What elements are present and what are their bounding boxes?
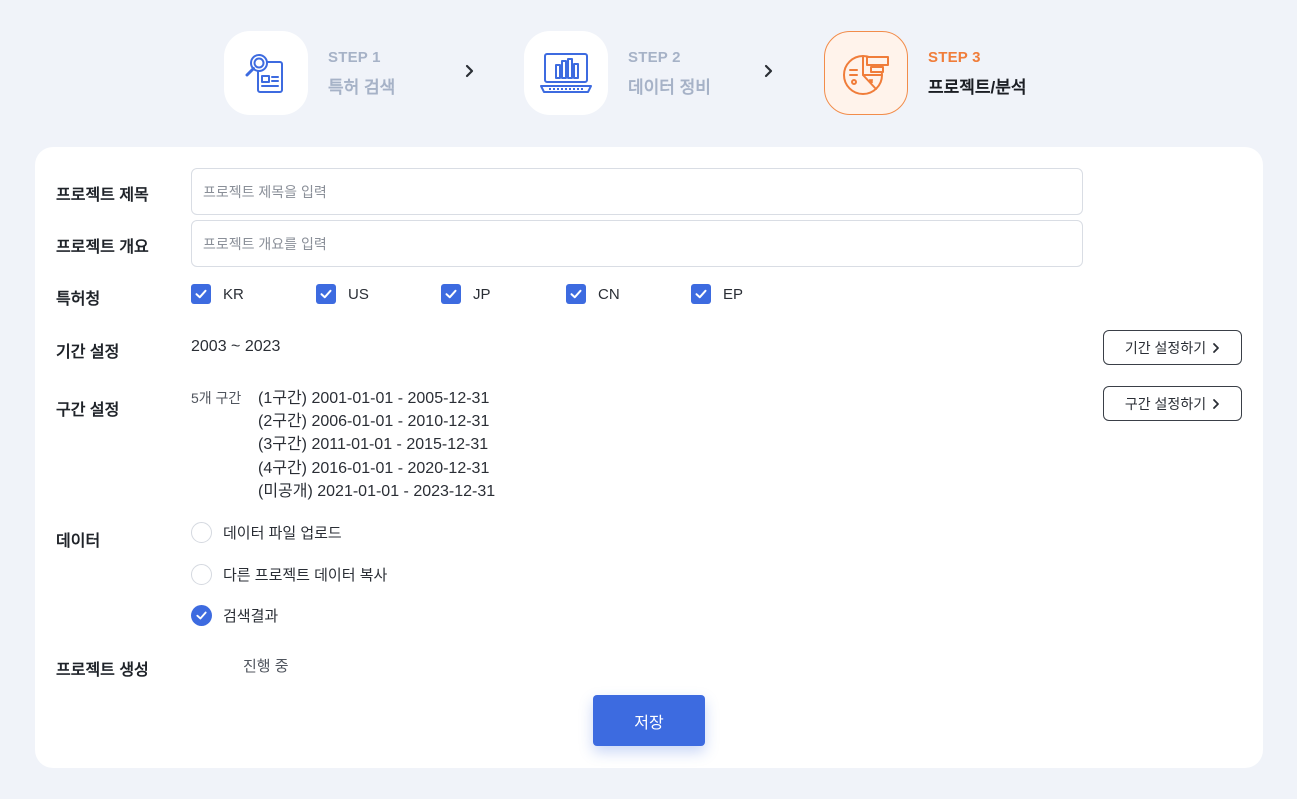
project-form-card: 프로젝트 제목 프로젝트 개요 특허청 KR US JP CN EP 기간 설정 <box>35 147 1263 768</box>
data-search-result-label: 검색결과 <box>223 608 279 625</box>
radio-unchecked-icon <box>191 564 212 585</box>
sections-list: (1구간) 2001-01-01 - 2005-12-31 (2구간) 2006… <box>258 387 495 503</box>
step-3: STEP 3 프로젝트/분석 <box>824 31 1027 115</box>
patent-office-label: 특허청 <box>56 291 101 308</box>
project-summary-label: 프로젝트 개요 <box>56 239 149 256</box>
chevron-right-icon <box>1213 342 1219 353</box>
sections-count: 5개 구간 <box>191 390 242 406</box>
period-label: 기간 설정 <box>56 344 120 361</box>
step-1: STEP 1 특허 검색 <box>224 31 395 115</box>
radio-checked-icon <box>191 605 212 626</box>
save-button[interactable]: 저장 <box>593 695 705 746</box>
project-title-input[interactable] <box>191 168 1083 215</box>
set-sections-button-label: 구간 설정하기 <box>1124 395 1207 412</box>
period-value: 2003 ~ 2023 <box>191 338 281 355</box>
set-period-button[interactable]: 기간 설정하기 <box>1103 330 1242 365</box>
step-1-number: STEP 1 <box>328 48 381 66</box>
data-chart-monitor-icon <box>524 31 608 115</box>
data-copy-label: 다른 프로젝트 데이터 복사 <box>223 567 388 584</box>
section-item: (2구간) 2006-01-01 - 2010-12-31 <box>258 413 490 431</box>
section-item: (1구간) 2001-01-01 - 2005-12-31 <box>258 390 490 407</box>
office-cn-label: CN <box>598 285 620 303</box>
office-jp-label: JP <box>473 285 491 303</box>
project-create-label: 프로젝트 생성 <box>56 662 149 679</box>
checkbox-checked-icon <box>191 284 211 304</box>
data-upload-radio[interactable]: 데이터 파일 업로드 <box>191 522 342 543</box>
office-us-checkbox[interactable]: US <box>316 284 369 304</box>
section-item: (4구간) 2016-01-01 - 2020-12-31 <box>258 459 490 477</box>
step-3-name: 프로젝트/분석 <box>928 77 1027 97</box>
sections-label: 구간 설정 <box>56 402 120 419</box>
chevron-right-icon <box>1213 398 1219 409</box>
office-kr-label: KR <box>223 285 244 303</box>
checkbox-checked-icon <box>566 284 586 304</box>
project-summary-input[interactable] <box>191 220 1083 267</box>
step-1-name: 특허 검색 <box>328 77 396 97</box>
step-arrow-1-icon <box>465 64 475 83</box>
step-2-number: STEP 2 <box>628 48 681 66</box>
save-button-label: 저장 <box>634 714 664 732</box>
checkbox-checked-icon <box>691 284 711 304</box>
pie-chart-analysis-icon <box>824 31 908 115</box>
office-ep-checkbox[interactable]: EP <box>691 284 743 304</box>
data-upload-label: 데이터 파일 업로드 <box>223 525 342 542</box>
office-cn-checkbox[interactable]: CN <box>566 284 620 304</box>
section-item: (3구간) 2011-01-01 - 2015-12-31 <box>258 436 489 454</box>
section-item: (미공개) 2021-01-01 - 2023-12-31 <box>258 482 496 500</box>
office-kr-checkbox[interactable]: KR <box>191 284 244 304</box>
step-3-number: STEP 3 <box>928 48 981 66</box>
data-search-result-radio[interactable]: 검색결과 <box>191 605 278 626</box>
checkbox-checked-icon <box>441 284 461 304</box>
step-progress: STEP 1 특허 검색 STEP 2 데이터 정비 STEP 3 프로젝트/분… <box>0 0 1297 140</box>
set-period-button-label: 기간 설정하기 <box>1124 339 1207 356</box>
step-2-name: 데이터 정비 <box>628 77 711 97</box>
checkbox-checked-icon <box>316 284 336 304</box>
step-2: STEP 2 데이터 정비 <box>524 31 711 115</box>
data-label: 데이터 <box>56 533 101 550</box>
project-create-status: 진행 중 <box>243 658 289 675</box>
office-jp-checkbox[interactable]: JP <box>441 284 491 304</box>
set-sections-button[interactable]: 구간 설정하기 <box>1103 386 1242 421</box>
project-title-label: 프로젝트 제목 <box>56 187 149 204</box>
office-us-label: US <box>348 285 369 303</box>
office-ep-label: EP <box>723 285 744 303</box>
data-copy-radio[interactable]: 다른 프로젝트 데이터 복사 <box>191 564 387 585</box>
step-arrow-2-icon <box>764 64 774 83</box>
radio-unchecked-icon <box>191 522 212 543</box>
patent-search-icon <box>224 31 308 115</box>
